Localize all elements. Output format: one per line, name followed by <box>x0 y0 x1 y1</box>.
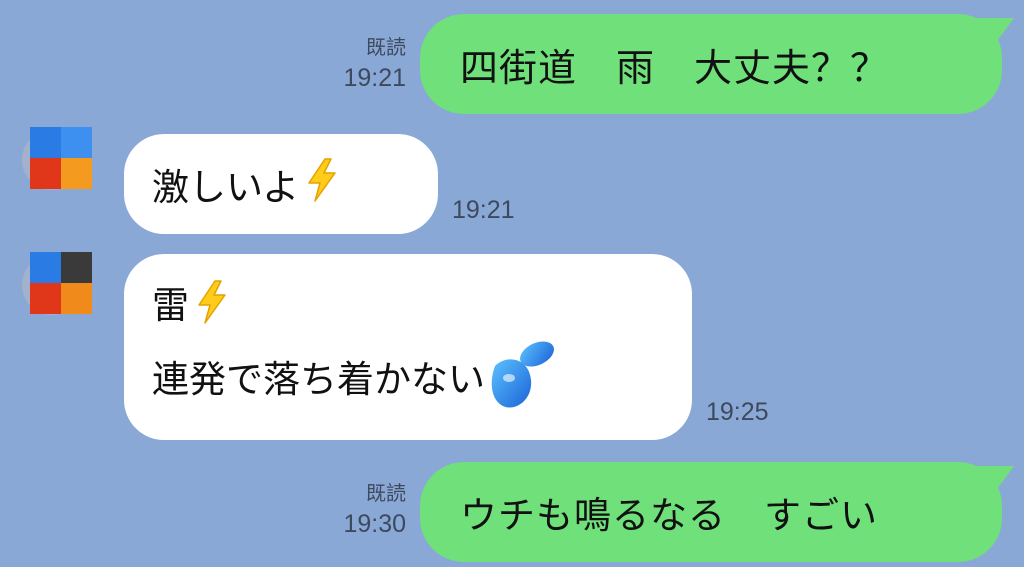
message-line: 連発で落ち着かない <box>152 341 664 416</box>
message-time: 19:30 <box>343 510 406 538</box>
message-text: 連発で落ち着かない <box>152 357 485 401</box>
outgoing-message-bubble[interactable]: 四街道 雨 大丈夫？？ <box>420 14 1002 114</box>
message-time: 19:21 <box>343 64 406 92</box>
outgoing-message-bubble[interactable]: ウチも鳴るなる すごい <box>420 462 1002 562</box>
message-line: 雷 <box>152 280 664 330</box>
message-meta: 既読 19:21 <box>330 38 406 91</box>
high-voltage-icon <box>305 157 339 212</box>
message-time: 19:25 <box>706 398 769 426</box>
incoming-message-bubble[interactable]: 雷 連発で落ち着かない <box>124 254 692 440</box>
message-text: 四街道 雨 大丈夫？？ <box>460 45 890 90</box>
message-meta: 既読 19:30 <box>326 484 406 537</box>
avatar[interactable] <box>30 127 92 189</box>
read-receipt: 既読 <box>366 37 406 59</box>
message-text: ウチも鳴るなる すごい <box>460 494 878 537</box>
read-receipt: 既読 <box>366 483 406 505</box>
chat-area[interactable]: 既読 19:21 四街道 雨 大丈夫？？ 激しいよ 19:21 雷 連発で落ち着… <box>0 0 1024 567</box>
sweat-droplets-icon <box>489 336 563 422</box>
high-voltage-icon <box>195 279 229 331</box>
message-time: 19:21 <box>452 196 515 224</box>
avatar[interactable] <box>30 252 92 314</box>
incoming-message-bubble[interactable]: 激しいよ <box>124 134 438 234</box>
message-text: 雷 <box>152 283 189 327</box>
message-text: 激しいよ <box>152 166 300 209</box>
